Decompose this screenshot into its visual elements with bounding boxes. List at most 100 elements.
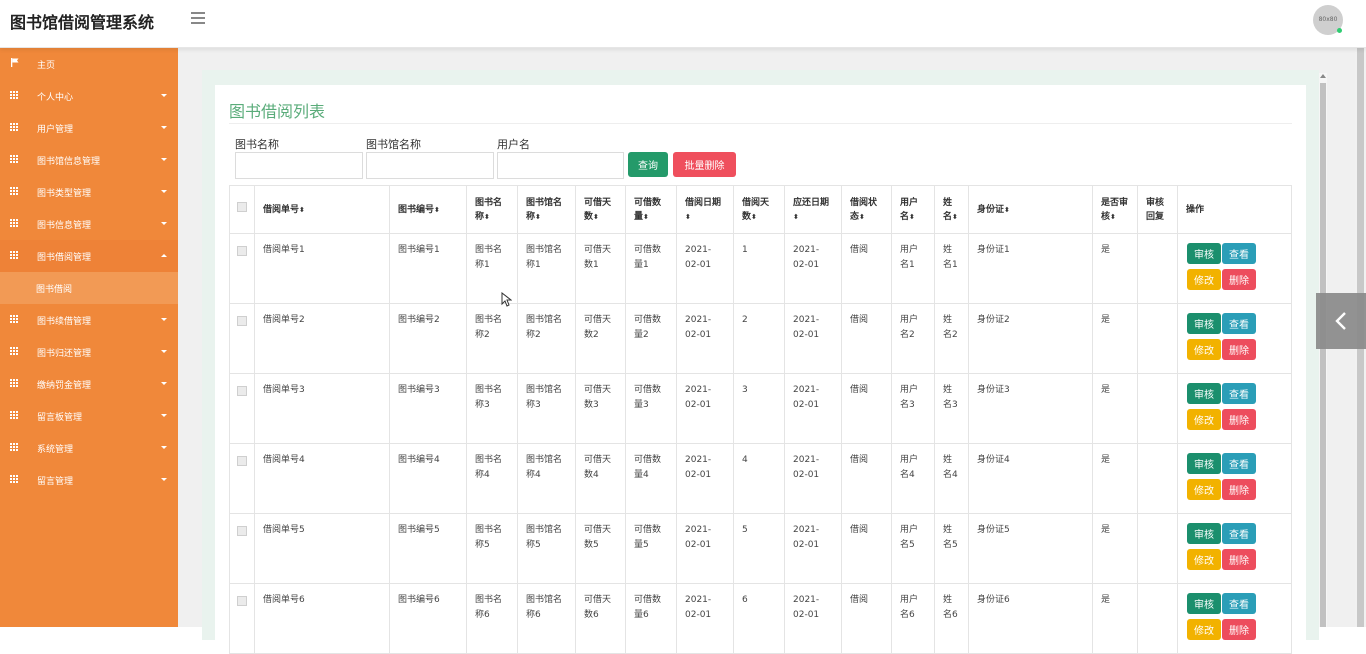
library-name-input[interactable] — [366, 152, 494, 179]
delete-button[interactable]: 删除 — [1222, 619, 1256, 640]
audit-button[interactable]: 审核 — [1187, 523, 1221, 544]
column-header[interactable]: 可借天数⬍ — [575, 185, 626, 234]
column-header[interactable]: 是否审核⬍ — [1092, 185, 1138, 234]
sort-icon[interactable]: ⬍ — [952, 213, 958, 221]
audit-button[interactable]: 审核 — [1187, 593, 1221, 614]
audit-button[interactable]: 审核 — [1187, 313, 1221, 334]
sidebar-item-11[interactable]: 系统管理 — [0, 432, 178, 464]
column-header[interactable]: 借阅单号⬍ — [254, 185, 390, 234]
grid-icon — [10, 251, 20, 259]
table-cell: 可借数量4 — [625, 443, 677, 514]
sort-icon[interactable]: ⬍ — [484, 213, 490, 221]
view-button[interactable]: 查看 — [1222, 523, 1256, 544]
table-cell: 图书馆名称1 — [517, 233, 576, 304]
column-header[interactable]: 应还日期 ⬍ — [784, 185, 842, 234]
edit-button[interactable]: 修改 — [1187, 619, 1221, 640]
page-title: 图书借阅列表 — [229, 102, 326, 121]
view-button[interactable]: 查看 — [1222, 243, 1256, 264]
audit-button[interactable]: 审核 — [1187, 383, 1221, 404]
username-input[interactable] — [497, 152, 624, 179]
edit-button[interactable]: 修改 — [1187, 339, 1221, 360]
sort-icon[interactable]: ⬍ — [793, 213, 799, 221]
mouse-cursor-icon — [501, 292, 512, 307]
column-header[interactable]: 身份证⬍ — [968, 185, 1093, 234]
table-cell: 借阅 — [841, 583, 892, 654]
view-button[interactable]: 查看 — [1222, 383, 1256, 404]
edit-button[interactable]: 修改 — [1187, 269, 1221, 290]
sidebar-item-9[interactable]: 缴纳罚金管理 — [0, 368, 178, 400]
column-header[interactable]: 可借数量⬍ — [625, 185, 677, 234]
row-checkbox[interactable] — [237, 246, 247, 256]
sort-icon[interactable]: ⬍ — [685, 213, 691, 221]
sort-icon[interactable]: ⬍ — [909, 213, 915, 221]
sidebar-item-1[interactable]: 个人中心 — [0, 80, 178, 112]
table-cell: 用户名3 — [891, 373, 935, 444]
sort-icon[interactable]: ⬍ — [535, 213, 541, 221]
scroll-up-icon[interactable] — [1320, 74, 1326, 78]
sidebar-item-8[interactable]: 图书归还管理 — [0, 336, 178, 368]
row-checkbox[interactable] — [237, 526, 247, 536]
delete-button[interactable]: 删除 — [1222, 409, 1256, 430]
sidebar-subitem-borrow[interactable]: 图书借阅 — [0, 272, 178, 304]
caret-down-icon — [161, 94, 167, 97]
table-cell: 借阅 — [841, 513, 892, 584]
edit-button[interactable]: 修改 — [1187, 549, 1221, 570]
sort-icon[interactable]: ⬍ — [1004, 206, 1010, 214]
edit-button[interactable]: 修改 — [1187, 409, 1221, 430]
table-cell: 2021-02-01 — [784, 373, 842, 444]
sidebar-item-10[interactable]: 留言板管理 — [0, 400, 178, 432]
panel-scrollbar[interactable] — [1319, 73, 1327, 627]
view-button[interactable]: 查看 — [1222, 593, 1256, 614]
batch-delete-button[interactable]: 批量删除 — [673, 152, 736, 177]
sidebar-item-4[interactable]: 图书类型管理 — [0, 176, 178, 208]
collapse-panel-button[interactable] — [1316, 293, 1366, 349]
panel-scrollbar-thumb[interactable] — [1320, 83, 1326, 627]
sidebar-item-2[interactable]: 用户管理 — [0, 112, 178, 144]
column-header[interactable]: 用户名⬍ — [891, 185, 935, 234]
delete-button[interactable]: 删除 — [1222, 269, 1256, 290]
audit-button[interactable]: 审核 — [1187, 243, 1221, 264]
sidebar-item-6[interactable]: 图书借阅管理 — [0, 240, 178, 272]
row-checkbox[interactable] — [237, 596, 247, 606]
row-checkbox[interactable] — [237, 456, 247, 466]
table-cell: 2021-02-01 — [676, 233, 734, 304]
avatar[interactable]: 80x80 — [1313, 5, 1343, 35]
table-cell: 1 — [733, 233, 785, 304]
column-header[interactable]: 图书馆名称⬍ — [517, 185, 576, 234]
sidebar-item-12[interactable]: 留言管理 — [0, 464, 178, 496]
table-cell: 4 — [733, 443, 785, 514]
sort-icon[interactable]: ⬍ — [434, 206, 440, 214]
sort-icon[interactable]: ⬍ — [299, 206, 305, 214]
row-checkbox[interactable] — [237, 386, 247, 396]
table-cell: 图书名称5 — [466, 513, 518, 584]
column-header[interactable]: 借阅日期 ⬍ — [676, 185, 734, 234]
column-header[interactable]: 图书名称⬍ — [466, 185, 518, 234]
sort-icon[interactable]: ⬍ — [751, 213, 757, 221]
column-header[interactable]: 借阅状态⬍ — [841, 185, 892, 234]
view-button[interactable]: 查看 — [1222, 453, 1256, 474]
delete-button[interactable]: 删除 — [1222, 339, 1256, 360]
menu-toggle-icon[interactable] — [191, 12, 205, 24]
sidebar-item-7[interactable]: 图书续借管理 — [0, 304, 178, 336]
sidebar-item-0[interactable]: 主页 — [0, 48, 178, 80]
delete-button[interactable]: 删除 — [1222, 549, 1256, 570]
sort-icon[interactable]: ⬍ — [1110, 213, 1116, 221]
audit-button[interactable]: 审核 — [1187, 453, 1221, 474]
view-button[interactable]: 查看 — [1222, 313, 1256, 334]
table-cell: 2021-02-01 — [784, 443, 842, 514]
edit-button[interactable]: 修改 — [1187, 479, 1221, 500]
sort-icon[interactable]: ⬍ — [643, 213, 649, 221]
sort-icon[interactable]: ⬍ — [859, 213, 865, 221]
select-all-checkbox[interactable] — [237, 202, 247, 212]
row-checkbox[interactable] — [237, 316, 247, 326]
book-name-input[interactable] — [235, 152, 363, 179]
column-header[interactable]: 姓名⬍ — [934, 185, 969, 234]
column-header[interactable]: 借阅天数⬍ — [733, 185, 785, 234]
sidebar-item-3[interactable]: 图书馆信息管理 — [0, 144, 178, 176]
delete-button[interactable]: 删除 — [1222, 479, 1256, 500]
sort-icon[interactable]: ⬍ — [593, 213, 599, 221]
query-button[interactable]: 查询 — [628, 152, 668, 177]
column-header[interactable]: 图书编号⬍ — [389, 185, 467, 234]
grid-icon — [10, 187, 20, 195]
sidebar-item-5[interactable]: 图书信息管理 — [0, 208, 178, 240]
